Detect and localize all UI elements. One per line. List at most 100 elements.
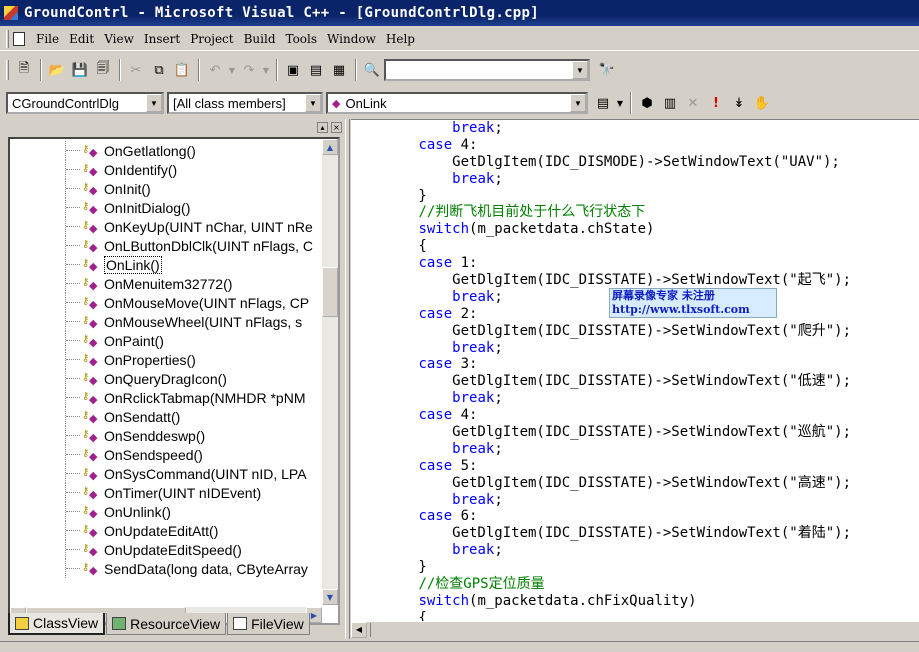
find-combo[interactable]: ▼ (384, 59, 590, 81)
menu-insert[interactable]: Insert (139, 30, 185, 48)
protected-method-icon: ⚷ ◆ (82, 181, 98, 197)
scroll-up-icon[interactable]: ▲ (322, 139, 338, 155)
tree-item[interactable]: ⚷ ◆ OnQueryDragIcon() (10, 369, 324, 388)
new-text-file-icon[interactable]: 🗎 (13, 59, 35, 81)
tree-connector (66, 568, 80, 569)
wizard-action-icon[interactable]: ▤ (592, 92, 614, 114)
protected-method-icon: ⚷ ◆ (82, 162, 98, 178)
output-window-icon[interactable]: ▤ (305, 59, 327, 81)
redo-dropdown-icon[interactable]: ▼ (261, 59, 271, 81)
visual-cpp-icon (4, 6, 18, 20)
filter-combo-arrow-icon[interactable]: ▼ (305, 94, 321, 112)
class-combo[interactable]: CGroundContrlDlg ▼ (6, 92, 164, 114)
tree-item[interactable]: ⚷ ◆ OnSenddeswp() (10, 426, 324, 445)
tree-item[interactable]: ⚷ ◆ OnSysCommand(UINT nID, LPA (10, 464, 324, 483)
tree-item[interactable]: ⚷ ◆ OnGetlatlong() (10, 141, 324, 160)
editor-scroll-left-icon[interactable]: ◀ (351, 621, 367, 638)
tree-item[interactable]: ⚷ ◆ OnSendspeed() (10, 445, 324, 464)
menu-help[interactable]: Help (381, 30, 420, 48)
tree-item[interactable]: ⚷ ◆ OnMenuitem32772() (10, 274, 324, 293)
tree-vertical-scrollbar[interactable]: ▲ ▼ (322, 139, 338, 605)
wizard-action-dropdown-icon[interactable]: ▼ (615, 92, 625, 114)
tree-item[interactable]: ⚷ ◆ OnLButtonDblClk(UINT nFlags, C (10, 236, 324, 255)
open-folder-icon[interactable]: 📂 (46, 59, 68, 81)
search-binoculars-icon[interactable]: 🔭 (596, 59, 618, 81)
menu-view[interactable]: View (99, 30, 139, 48)
find-in-files-icon[interactable]: 🔍 (361, 59, 383, 81)
tab-classview[interactable]: ClassView (8, 613, 106, 635)
tree-item[interactable]: ⚷ ◆ OnLink() (10, 255, 324, 274)
code-editor[interactable]: break; case 4: GetDlgItem(IDC_DISMODE)->… (351, 119, 919, 621)
tree-connector (66, 340, 80, 341)
scroll-down-icon[interactable]: ▼ (322, 589, 338, 605)
watermark-line1: 屏幕录像专家 未注册 (612, 289, 715, 302)
tree-item[interactable]: ⚷ ◆ OnInitDialog() (10, 198, 324, 217)
tree-item[interactable]: ⚷ ◆ OnUpdateEditSpeed() (10, 540, 324, 559)
editor-horizontal-scrollbar[interactable]: ◀ (351, 621, 919, 638)
status-bar (0, 641, 919, 652)
tree-item[interactable]: ⚷ ◆ OnProperties() (10, 350, 324, 369)
menu-build[interactable]: Build (239, 30, 281, 48)
execute-icon[interactable]: ! (705, 92, 727, 114)
tree-item[interactable]: ⚷ ◆ OnUpdateEditAtt() (10, 521, 324, 540)
code-line: case 5: (418, 457, 478, 474)
tree-item[interactable]: ⚷ ◆ OnUnlink() (10, 502, 324, 521)
workspace-icon[interactable]: ▣ (282, 59, 304, 81)
panel-maximize-icon[interactable]: ▴ (317, 121, 328, 133)
class-combo-value: CGroundContrlDlg (12, 95, 119, 111)
standard-toolbar: 🗎 📂 💾 🗐 ✂ ⧉ 📋 ↶ ▼ ↷ ▼ ▣ ▤ ▦ 🔍 ▼ 🔭 (0, 55, 919, 85)
menu-bar: File Edit View Insert Project Build Tool… (0, 27, 919, 51)
go-icon[interactable]: ↡ (728, 92, 750, 114)
undo-icon[interactable]: ↶ (204, 59, 226, 81)
cut-icon[interactable]: ✂ (125, 59, 147, 81)
paste-icon[interactable]: 📋 (171, 59, 193, 81)
member-combo-arrow-icon[interactable]: ▼ (570, 94, 586, 112)
stop-build-icon[interactable]: ✕ (682, 92, 704, 114)
class-combo-arrow-icon[interactable]: ▼ (146, 94, 162, 112)
tree-item[interactable]: ⚷ ◆ OnMouseMove(UINT nFlags, CP (10, 293, 324, 312)
code-line: //检查GPS定位质量 (418, 576, 545, 593)
wizard-bar: CGroundContrlDlg ▼ [All class members] ▼… (0, 88, 919, 118)
member-combo-value: OnLink (345, 95, 387, 111)
tree-item[interactable]: ⚷ ◆ OnSendatt() (10, 407, 324, 426)
panel-splitter[interactable] (345, 119, 350, 639)
save-icon[interactable]: 💾 (69, 59, 91, 81)
find-combo-arrow-icon[interactable]: ▼ (572, 61, 588, 79)
menu-window[interactable]: Window (322, 30, 381, 48)
window-list-icon[interactable]: ▦ (328, 59, 350, 81)
redo-icon[interactable]: ↷ (238, 59, 260, 81)
title-bar: GroundContrl - Microsoft Visual C++ - [G… (0, 0, 919, 26)
tree-item[interactable]: ⚷ ◆ OnIdentify() (10, 160, 324, 179)
menu-file[interactable]: File (31, 30, 64, 48)
menu-tools[interactable]: Tools (281, 30, 323, 48)
build-icon[interactable]: ▥ (659, 92, 681, 114)
copy-icon[interactable]: ⧉ (148, 59, 170, 81)
tree-item[interactable]: ⚷ ◆ OnTimer(UINT nIDEvent) (10, 483, 324, 502)
insert-breakpoint-hand-icon[interactable]: ✋ (751, 92, 773, 114)
tree-item[interactable]: ⚷ ◆ OnKeyUp(UINT nChar, UINT nRe (10, 217, 324, 236)
tab-fileview[interactable]: FileView (227, 613, 310, 635)
tree-item[interactable]: ⚷ ◆ SendData(long data, CByteArray (10, 559, 324, 578)
member-combo[interactable]: ◆ OnLink ▼ (326, 92, 588, 114)
panel-close-icon[interactable]: × (331, 121, 342, 133)
tree-item[interactable]: ⚷ ◆ OnMouseWheel(UINT nFlags, s (10, 312, 324, 331)
tree-item[interactable]: ⚷ ◆ OnPaint() (10, 331, 324, 350)
tree-item-label: OnGetlatlong() (104, 142, 196, 159)
tree-item[interactable]: ⚷ ◆ OnInit() (10, 179, 324, 198)
menu-project[interactable]: Project (185, 30, 238, 48)
code-line: GetDlgItem(IDC_DISSTATE)->SetWindowText(… (351, 373, 852, 390)
compile-icon[interactable]: ⬢ (636, 92, 658, 114)
protected-method-icon: ⚷ ◆ (82, 238, 98, 254)
save-all-icon[interactable]: 🗐 (92, 59, 114, 81)
editor-split-handle[interactable] (370, 622, 372, 637)
tree-connector (66, 264, 80, 265)
document-icon[interactable] (13, 31, 25, 46)
menu-edit[interactable]: Edit (64, 30, 99, 48)
tree-scroll-thumb[interactable] (322, 267, 338, 317)
undo-dropdown-icon[interactable]: ▼ (227, 59, 237, 81)
tree-item[interactable]: ⚷ ◆ OnRclickTabmap(NMHDR *pNM (10, 388, 324, 407)
code-line: GetDlgItem(IDC_DISSTATE)->SetWindowText(… (351, 474, 852, 491)
protected-method-icon: ⚷ ◆ (82, 295, 98, 311)
tab-resourceview[interactable]: ResourceView (106, 613, 227, 635)
filter-combo[interactable]: [All class members] ▼ (167, 92, 323, 114)
